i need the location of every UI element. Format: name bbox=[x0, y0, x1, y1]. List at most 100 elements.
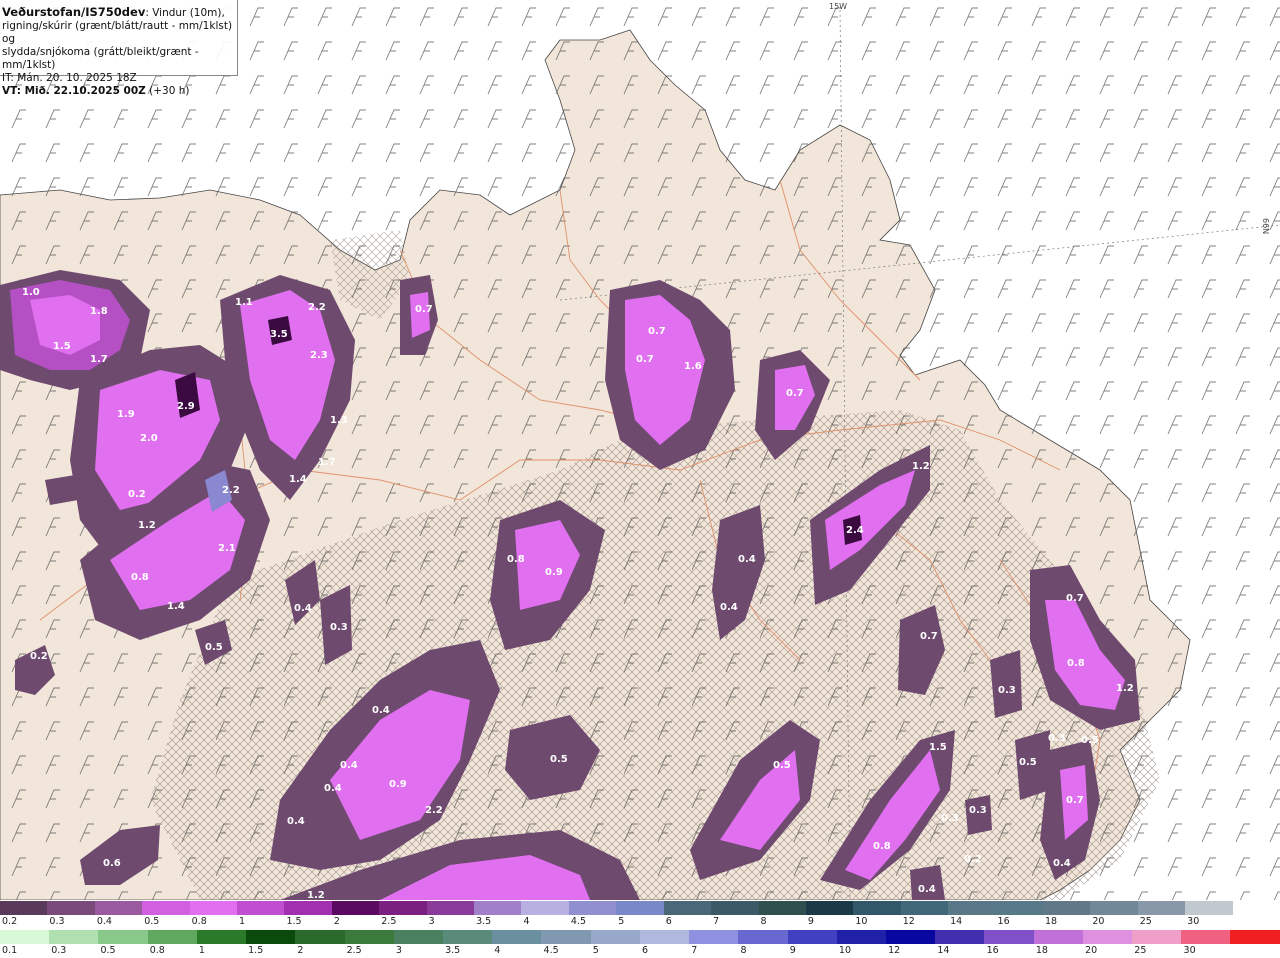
value-label: 0.8 bbox=[873, 841, 891, 852]
legend-swatch bbox=[711, 901, 759, 915]
legend-swatch bbox=[94, 901, 143, 915]
value-label: 1.6 bbox=[684, 361, 702, 372]
legend-tick-label: 14 bbox=[950, 916, 963, 927]
legend-swatch bbox=[935, 930, 985, 944]
value-label: 0.7 bbox=[636, 354, 654, 365]
precip-legend-bar bbox=[0, 901, 1280, 915]
legend-swatch bbox=[900, 901, 949, 915]
value-label: 0.4 bbox=[287, 816, 305, 827]
legend-swatch bbox=[246, 930, 296, 944]
legend-tick-label: 4 bbox=[523, 916, 530, 927]
info-desc-3: slydda/snjókoma (grátt/bleikt/grænt - mm… bbox=[2, 46, 199, 71]
legend-tick-label: 0.3 bbox=[49, 916, 65, 927]
legend-swatch bbox=[805, 901, 854, 915]
legend-tick-label: 0.8 bbox=[149, 945, 165, 956]
value-label: 0.4 bbox=[720, 602, 738, 613]
legend-swatch bbox=[1090, 901, 1138, 915]
legend-tick-label: 0.4 bbox=[96, 916, 112, 927]
legend-swatch bbox=[836, 930, 886, 944]
rain-legend: 0.1 0.3 0.5 0.8 1 1.5 2 2.5 3 3.5 4 4.5 5 6 7 8 9 10 12 14 1… bbox=[0, 930, 1280, 958]
info-title-line: Veðurstofan/IS750dev: Vindur (10m), bbox=[2, 6, 237, 20]
latitude-label: 66N bbox=[1261, 218, 1270, 235]
value-label: 1.5 bbox=[929, 742, 947, 753]
legend-swatch bbox=[331, 901, 380, 915]
legend-tick-label: 0.2 bbox=[2, 916, 18, 927]
legend-tick-label: 4.5 bbox=[543, 945, 559, 956]
legend-swatch bbox=[948, 901, 996, 915]
value-label: 0.5 bbox=[1019, 757, 1037, 768]
legend-tick-label: 20 bbox=[1085, 945, 1098, 956]
value-label: 0.6 bbox=[103, 858, 121, 869]
rain-legend-labels: 0.1 0.3 0.5 0.8 1 1.5 2 2.5 3 3.5 4 4.5 5 6 7 8 9 10 12 14 1… bbox=[0, 945, 1280, 957]
value-label: 1.7 bbox=[318, 457, 336, 468]
legend-swatch bbox=[1137, 901, 1186, 915]
value-label: 0.5 bbox=[205, 642, 223, 653]
legend-tick-label: 14 bbox=[937, 945, 950, 956]
legend-swatch bbox=[344, 930, 394, 944]
legend-swatch bbox=[142, 901, 190, 915]
value-label: 0.7 bbox=[415, 304, 433, 315]
legend-tick-label: 7 bbox=[713, 916, 720, 927]
value-label: 1.1 bbox=[235, 297, 253, 308]
legend-tick-label: 16 bbox=[986, 945, 999, 956]
legend-swatch bbox=[147, 930, 197, 944]
value-label: 0.4 bbox=[324, 783, 342, 794]
value-label: 0.7 bbox=[1066, 795, 1084, 806]
legend-swatch bbox=[758, 901, 806, 915]
legend-swatch bbox=[189, 901, 238, 915]
value-label: 1.2 bbox=[307, 890, 325, 900]
legend-swatch bbox=[442, 930, 493, 944]
value-label: 0.7 bbox=[1066, 593, 1084, 604]
value-label: 0.4 bbox=[372, 705, 390, 716]
lead-time: (+30 h) bbox=[145, 85, 190, 97]
value-label: 2.2 bbox=[308, 302, 326, 313]
legend-tick-label: 2.5 bbox=[381, 916, 397, 927]
legend-tick-label: 0.1 bbox=[2, 945, 18, 956]
legend-tick-label: 5 bbox=[618, 916, 625, 927]
value-label: 2.3 bbox=[310, 350, 328, 361]
legend-tick-label: 6 bbox=[665, 916, 672, 927]
value-label: 0.8 bbox=[131, 572, 149, 583]
legend-tick-label: 3.5 bbox=[445, 945, 461, 956]
legend-tick-label: 9 bbox=[789, 945, 796, 956]
legend-swatch bbox=[787, 930, 837, 944]
legend-tick-label: 8 bbox=[760, 916, 767, 927]
legend-tick-label: 4.5 bbox=[570, 916, 586, 927]
legend-tick-label: 1.5 bbox=[286, 916, 302, 927]
legend-swatch bbox=[1232, 901, 1280, 915]
info-desc-1: : Vindur (10m), bbox=[145, 7, 225, 19]
legend-tick-label: 30 bbox=[1183, 945, 1196, 956]
value-label: 0.7 bbox=[648, 326, 666, 337]
value-label: 2.2 bbox=[222, 485, 240, 496]
value-label: 1.2 bbox=[138, 520, 156, 531]
value-label: 0.8 bbox=[507, 554, 525, 565]
legend-tick-label: 3.5 bbox=[476, 916, 492, 927]
legend-tick-label: 3 bbox=[428, 916, 435, 927]
legend-swatch bbox=[237, 901, 285, 915]
init-time: IT: Mán. 20. 10. 2025 18Z bbox=[2, 72, 137, 84]
legend-swatch bbox=[295, 930, 345, 944]
legend-tick-label: 2.5 bbox=[346, 945, 362, 956]
value-label: 2.9 bbox=[177, 401, 195, 412]
value-label: 0.4 bbox=[340, 760, 358, 771]
info-desc-2: rigning/skúrir (grænt/blátt/rautt - mm/1… bbox=[2, 20, 233, 45]
legend-tick-label: 1.5 bbox=[248, 945, 264, 956]
value-label: 1.2 bbox=[912, 461, 930, 472]
legend-swatch bbox=[885, 930, 936, 944]
value-label: 0.9 bbox=[545, 567, 563, 578]
value-label: 0.5 bbox=[1081, 735, 1099, 746]
legend-swatch bbox=[47, 901, 95, 915]
value-label: 2.4 bbox=[846, 525, 864, 536]
legend-tick-label: 0.5 bbox=[100, 945, 116, 956]
legend-swatch bbox=[738, 930, 788, 944]
value-label: 0.5 bbox=[773, 760, 791, 771]
value-label: 0.4 bbox=[1053, 858, 1071, 869]
legend-swatch bbox=[616, 901, 664, 915]
legend-tick-label: 3 bbox=[395, 945, 402, 956]
legend-swatch bbox=[49, 930, 99, 944]
legend-tick-label: 4 bbox=[494, 945, 501, 956]
value-label: 0.7 bbox=[786, 388, 804, 399]
value-label: 3.5 bbox=[270, 329, 288, 340]
value-label: 0.4 bbox=[918, 884, 936, 895]
legend-swatch bbox=[663, 901, 712, 915]
